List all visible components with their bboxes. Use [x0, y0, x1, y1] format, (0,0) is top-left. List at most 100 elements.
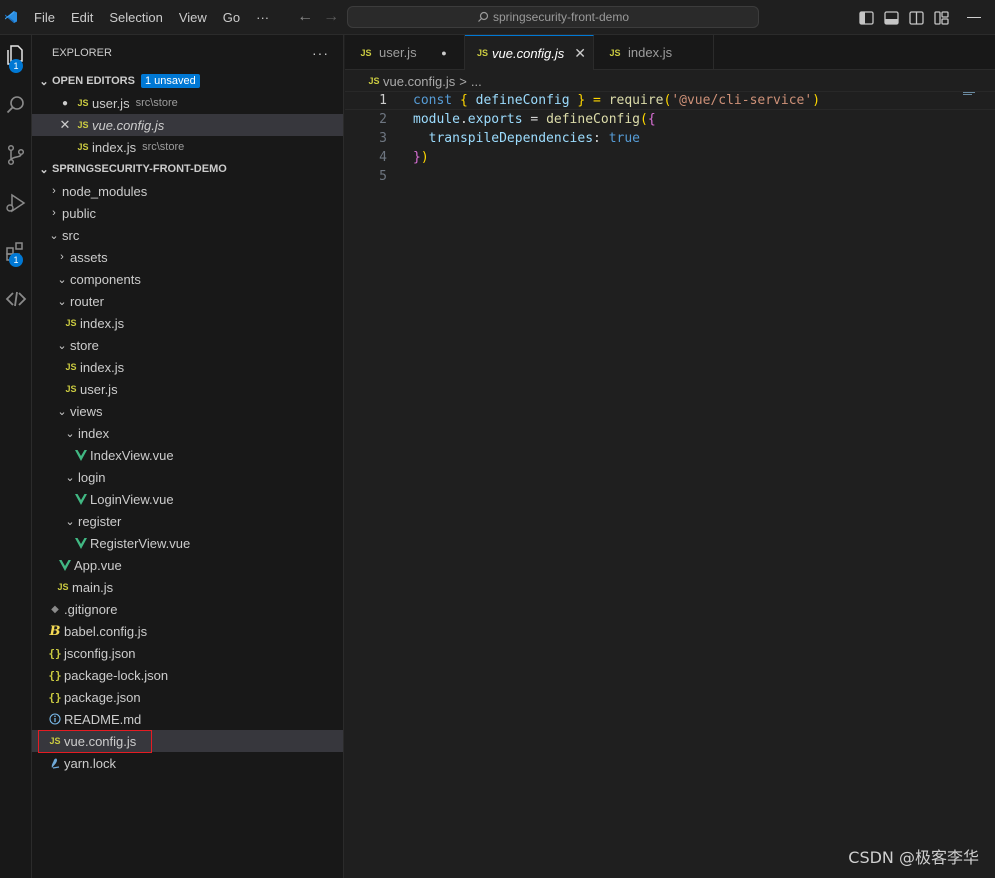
tab-user-js[interactable]: JS user.js ● [345, 35, 465, 70]
explorer-header: EXPLORER ··· [32, 35, 343, 70]
tab-label: vue.config.js [492, 45, 565, 61]
open-editor-item-index-js[interactable]: JS index.js src\store [32, 136, 343, 158]
tree-label: README.md [64, 711, 142, 727]
tree-folder-src[interactable]: ⌄ src [32, 224, 343, 246]
search-text: springsecurity-front-demo [492, 10, 630, 24]
tree-label: index [78, 425, 110, 441]
forward-arrow-icon[interactable]: → [323, 8, 339, 26]
tab-index-js[interactable]: JS index.js [594, 35, 714, 70]
menu-more[interactable]: ··· [248, 0, 277, 35]
explorer-more-actions[interactable]: ··· [312, 45, 329, 61]
tree-file-app-vue[interactable]: App.vue [32, 554, 343, 576]
js-file-icon: JS [65, 318, 77, 328]
unsaved-dot-icon[interactable]: ● [56, 98, 74, 109]
tree-file-store-index-js[interactable]: JS index.js [32, 356, 343, 378]
tree-label: .gitignore [64, 601, 118, 617]
unsaved-dot-icon[interactable]: ● [436, 48, 452, 58]
tree-file-main-js[interactable]: JS main.js [32, 576, 343, 598]
source-control-activity[interactable] [0, 135, 32, 175]
tree-file-gitignore[interactable]: ◆ .gitignore [32, 598, 343, 620]
js-file-icon: JS [360, 47, 372, 58]
tree-folder-index[interactable]: ⌄ index [32, 422, 343, 444]
tree-file-package-json[interactable]: {} package.json [32, 686, 343, 708]
menu-selection[interactable]: Selection [101, 0, 170, 35]
tree-file-babel-config-js[interactable]: B babel.config.js [32, 620, 343, 642]
chevron-down-icon: ⌄ [65, 471, 75, 484]
open-editor-path: src\store [135, 97, 178, 109]
tree-file-indexview-vue[interactable]: IndexView.vue [32, 444, 343, 466]
menu-bar: File Edit Selection View Go ··· [26, 0, 277, 35]
breadcrumb-file[interactable]: vue.config.js [383, 74, 455, 89]
tree-folder-router[interactable]: ⌄ router [32, 290, 343, 312]
open-editor-label: index.js [92, 139, 137, 155]
tree-label: register [78, 513, 122, 529]
open-editors-label: OPEN EDITORS [52, 75, 135, 87]
open-editor-item-vue-config-js[interactable]: ✕ JS vue.config.js [32, 114, 343, 136]
tree-file-vue-config-js[interactable]: JS vue.config.js [32, 730, 343, 753]
close-icon[interactable]: ✕ [56, 117, 74, 133]
tree-file-jsconfig-json[interactable]: {} jsconfig.json [32, 642, 343, 664]
tab-vue-config-js[interactable]: JS vue.config.js ✕ [465, 35, 594, 70]
explorer-activity[interactable]: 1 [0, 35, 32, 75]
toggle-panel-icon[interactable] [884, 10, 899, 25]
code-editor[interactable]: 1 const { defineConfig } = require('@vue… [345, 91, 995, 186]
chevron-down-icon: ⌄ [39, 75, 49, 88]
explorer-title: EXPLORER [52, 46, 112, 59]
tree-folder-components[interactable]: ⌄ components [32, 268, 343, 290]
layout-controls [859, 0, 981, 35]
command-center-search[interactable]: springsecurity-front-demo [347, 6, 759, 28]
search-activity[interactable] [0, 85, 32, 125]
tree-folder-public[interactable]: › public [32, 202, 343, 224]
watermark: CSDN @极客李华 [848, 848, 979, 867]
code-line[interactable]: 3 transpileDependencies: true [345, 129, 995, 148]
toggle-secondary-sidebar-icon[interactable] [909, 10, 924, 25]
code-line[interactable]: 5 [345, 167, 995, 186]
menu-view[interactable]: View [171, 0, 215, 35]
tree-file-yarn-lock[interactable]: yarn.lock [32, 752, 343, 774]
tree-label: index.js [80, 359, 125, 375]
toggle-primary-sidebar-icon[interactable] [859, 10, 874, 25]
tree-folder-login[interactable]: ⌄ login [32, 466, 343, 488]
tree-label: babel.config.js [64, 623, 148, 639]
tree-file-loginview-vue[interactable]: LoginView.vue [32, 488, 343, 510]
code-line[interactable]: 4 }) [345, 148, 995, 167]
menu-edit[interactable]: Edit [63, 0, 101, 35]
menu-go[interactable]: Go [215, 0, 248, 35]
code-line[interactable]: 1 const { defineConfig } = require('@vue… [345, 91, 995, 110]
remote-activity[interactable] [0, 279, 32, 319]
js-file-icon: JS [65, 362, 77, 372]
chevron-right-icon: › [52, 207, 56, 219]
tree-folder-register[interactable]: ⌄ register [32, 510, 343, 532]
tree-folder-store[interactable]: ⌄ store [32, 334, 343, 356]
breadcrumb-rest[interactable]: ... [471, 74, 482, 89]
editor-area: JS user.js ● JS vue.config.js ✕ JS index… [345, 35, 995, 878]
tree-label: login [78, 469, 106, 485]
tree-file-user-js[interactable]: JS user.js [32, 378, 343, 400]
customize-layout-icon[interactable] [934, 10, 949, 25]
open-editors-header[interactable]: ⌄ OPEN EDITORS 1 unsaved [32, 70, 343, 92]
tree-folder-views[interactable]: ⌄ views [32, 400, 343, 422]
explorer-badge: 1 [9, 59, 23, 73]
tree-file-readme-md[interactable]: README.md [32, 708, 343, 730]
minimize-icon[interactable] [967, 17, 981, 18]
tree-label: node_modules [62, 183, 148, 199]
back-arrow-icon[interactable]: ← [297, 8, 313, 26]
title-bar: File Edit Selection View Go ··· ← → spri… [0, 0, 995, 35]
tree-folder-node-modules[interactable]: › node_modules [32, 180, 343, 202]
tree-file-registerview-vue[interactable]: RegisterView.vue [32, 532, 343, 554]
code-line[interactable]: 2 module.exports = defineConfig({ [345, 110, 995, 129]
line-number: 4 [379, 150, 387, 165]
menu-file[interactable]: File [26, 0, 63, 35]
open-editor-item-user-js[interactable]: ● JS user.js src\store [32, 92, 343, 114]
minimap[interactable] [963, 92, 981, 96]
project-label: SPRINGSECURITY-FRONT-DEMO [52, 163, 227, 175]
json-file-icon: {} [48, 646, 62, 660]
run-debug-activity[interactable] [0, 183, 32, 223]
project-header[interactable]: ⌄ SPRINGSECURITY-FRONT-DEMO [32, 158, 343, 180]
tree-folder-assets[interactable]: › assets [32, 246, 343, 268]
chevron-down-icon: ⌄ [65, 427, 75, 440]
tree-file-package-lock-json[interactable]: {} package-lock.json [32, 664, 343, 686]
tree-file-router-index-js[interactable]: JS index.js [32, 312, 343, 334]
close-icon[interactable]: ✕ [574, 45, 586, 62]
extensions-activity[interactable]: 1 [0, 231, 32, 271]
